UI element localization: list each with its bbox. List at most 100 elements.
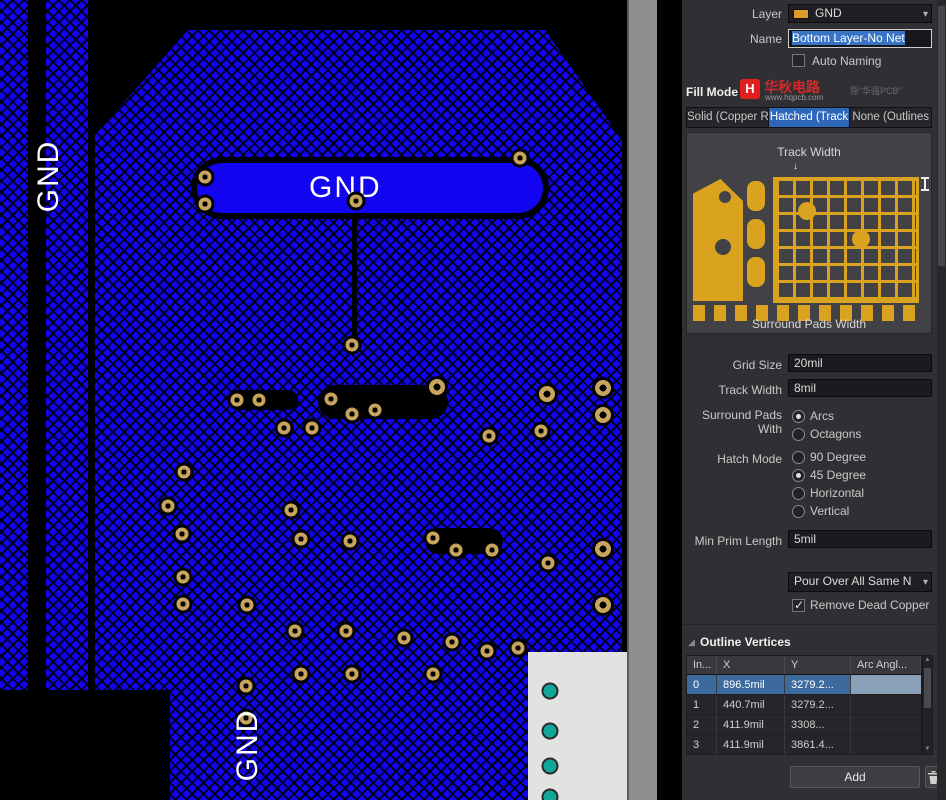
auto-naming-checkbox[interactable] bbox=[792, 54, 805, 67]
table-scrollbar[interactable]: ▲ ▼ bbox=[922, 655, 933, 755]
pour-over-dropdown[interactable]: Pour Over All Same N ▾ bbox=[788, 572, 932, 592]
pcb-pad[interactable] bbox=[231, 394, 244, 407]
hatch-mode-label: Hatch Mode bbox=[682, 452, 782, 466]
scrollbar-thumb[interactable] bbox=[924, 668, 931, 708]
pcb-pad[interactable] bbox=[199, 198, 212, 211]
pcb-pad[interactable] bbox=[539, 386, 555, 402]
table-row[interactable]: 0 896.5mil 3279.2... bbox=[687, 675, 921, 695]
pcb-pad[interactable] bbox=[241, 599, 254, 612]
cell-index: 0 bbox=[687, 675, 717, 694]
pcb-pad[interactable] bbox=[450, 544, 463, 557]
col-y[interactable]: Y bbox=[785, 656, 851, 674]
min-prim-length-input[interactable]: 5mil bbox=[788, 530, 932, 548]
pcb-pad[interactable] bbox=[253, 394, 266, 407]
pcb-pad[interactable] bbox=[595, 541, 611, 557]
pcb-pad[interactable] bbox=[595, 597, 611, 613]
pcb-pad[interactable] bbox=[306, 422, 319, 435]
cell-arc bbox=[851, 715, 921, 734]
pcb-pad-teal[interactable] bbox=[542, 723, 559, 740]
collapse-triangle-icon[interactable]: ◢ bbox=[688, 637, 695, 648]
pcb-pad[interactable] bbox=[278, 422, 291, 435]
pcb-pad[interactable] bbox=[595, 380, 611, 396]
add-button[interactable]: Add bbox=[790, 766, 920, 788]
pcb-pad[interactable] bbox=[595, 407, 611, 423]
pcb-pad[interactable] bbox=[350, 195, 363, 208]
name-input[interactable]: Bottom Layer-No Net bbox=[788, 29, 932, 48]
pcb-pad[interactable] bbox=[486, 544, 499, 557]
pcb-pad-teal[interactable] bbox=[542, 789, 559, 800]
pcb-pad[interactable] bbox=[344, 535, 357, 548]
pcb-pad[interactable] bbox=[446, 636, 459, 649]
pcb-pad[interactable] bbox=[346, 408, 359, 421]
radio-octagons[interactable] bbox=[792, 428, 805, 441]
pcb-pad-teal[interactable] bbox=[542, 758, 559, 775]
pcb-canvas[interactable]: GND GND GND bbox=[0, 0, 682, 800]
pcb-pad-teal[interactable] bbox=[542, 683, 559, 700]
radio-45-degree[interactable] bbox=[792, 469, 805, 482]
surround-pads-caption: Surround Pads Width bbox=[687, 317, 931, 331]
col-arc-angle[interactable]: Arc Angl... bbox=[851, 656, 921, 674]
cell-y: 3279.2... bbox=[785, 695, 851, 714]
pcb-pad[interactable] bbox=[289, 625, 302, 638]
pcb-pad[interactable] bbox=[427, 532, 440, 545]
table-row[interactable]: 1 440.7mil 3279.2... bbox=[687, 695, 921, 715]
table-row[interactable]: 2 411.9mil 3308... bbox=[687, 715, 921, 735]
table-row[interactable]: 3 411.9mil 3861.4... bbox=[687, 735, 921, 755]
pcb-pad[interactable] bbox=[369, 404, 382, 417]
cell-index: 2 bbox=[687, 715, 717, 734]
pcb-pad[interactable] bbox=[295, 533, 308, 546]
preview-copper-blob bbox=[693, 179, 743, 301]
chevron-down-icon: ▾ bbox=[923, 574, 928, 591]
radio-90-degree[interactable] bbox=[792, 451, 805, 464]
cell-arc bbox=[851, 695, 921, 714]
radio-90-degree-label: 90 Degree bbox=[810, 450, 866, 464]
pcb-pad[interactable] bbox=[295, 668, 308, 681]
pcb-pad[interactable] bbox=[398, 632, 411, 645]
preview-pad-ring bbox=[852, 230, 870, 248]
pcb-pad[interactable] bbox=[346, 668, 359, 681]
radio-horizontal[interactable] bbox=[792, 487, 805, 500]
pcb-pad[interactable] bbox=[346, 339, 359, 352]
pcb-pad[interactable] bbox=[176, 528, 189, 541]
tab-hatched[interactable]: Hatched (Track bbox=[769, 108, 851, 127]
text-cursor-icon bbox=[921, 177, 929, 191]
tab-none[interactable]: None (Outlines bbox=[850, 108, 931, 127]
pcb-pad[interactable] bbox=[285, 504, 298, 517]
col-x[interactable]: X bbox=[717, 656, 785, 674]
scroll-down-icon[interactable]: ▼ bbox=[923, 745, 932, 754]
remove-dead-copper-checkbox[interactable] bbox=[792, 599, 805, 612]
min-prim-length-label: Min Prim Length bbox=[682, 534, 782, 548]
pcb-pad[interactable] bbox=[325, 393, 338, 406]
track-width-input[interactable]: 8mil bbox=[788, 379, 932, 397]
pcb-pad[interactable] bbox=[542, 557, 555, 570]
panel-scrollbar[interactable] bbox=[937, 0, 946, 800]
pcb-pad[interactable] bbox=[427, 668, 440, 681]
pcb-pad[interactable] bbox=[483, 430, 496, 443]
pcb-pad[interactable] bbox=[199, 171, 212, 184]
pcb-pad[interactable] bbox=[535, 425, 548, 438]
radio-vertical[interactable] bbox=[792, 505, 805, 518]
radio-arcs[interactable] bbox=[792, 410, 805, 423]
col-index[interactable]: In... bbox=[687, 656, 717, 674]
scroll-up-icon[interactable]: ▲ bbox=[923, 656, 932, 665]
radio-45-degree-label: 45 Degree bbox=[810, 468, 866, 482]
pcb-pad[interactable] bbox=[177, 598, 190, 611]
pcb-pad[interactable] bbox=[340, 625, 353, 638]
grid-size-label: Grid Size bbox=[682, 358, 782, 372]
pcb-pad[interactable] bbox=[177, 571, 190, 584]
pcb-pad[interactable] bbox=[512, 642, 525, 655]
layer-dropdown[interactable]: GND ▾ bbox=[788, 4, 932, 23]
pcb-pad[interactable] bbox=[481, 645, 494, 658]
hatch-preview: Track Width ↓ Surround Pads Width bbox=[686, 132, 932, 334]
pcb-pad[interactable] bbox=[429, 379, 445, 395]
cell-index: 1 bbox=[687, 695, 717, 714]
pcb-pad[interactable] bbox=[178, 466, 191, 479]
table-header: In... X Y Arc Angl... bbox=[687, 656, 921, 675]
pcb-pad[interactable] bbox=[514, 152, 527, 165]
pcb-pad[interactable] bbox=[162, 500, 175, 513]
scrollbar-thumb[interactable] bbox=[938, 6, 945, 266]
pour-over-value: Pour Over All Same N bbox=[794, 574, 911, 588]
cell-x: 896.5mil bbox=[717, 675, 785, 694]
tab-solid[interactable]: Solid (Copper R bbox=[687, 108, 769, 127]
grid-size-input[interactable]: 20mil bbox=[788, 354, 932, 372]
